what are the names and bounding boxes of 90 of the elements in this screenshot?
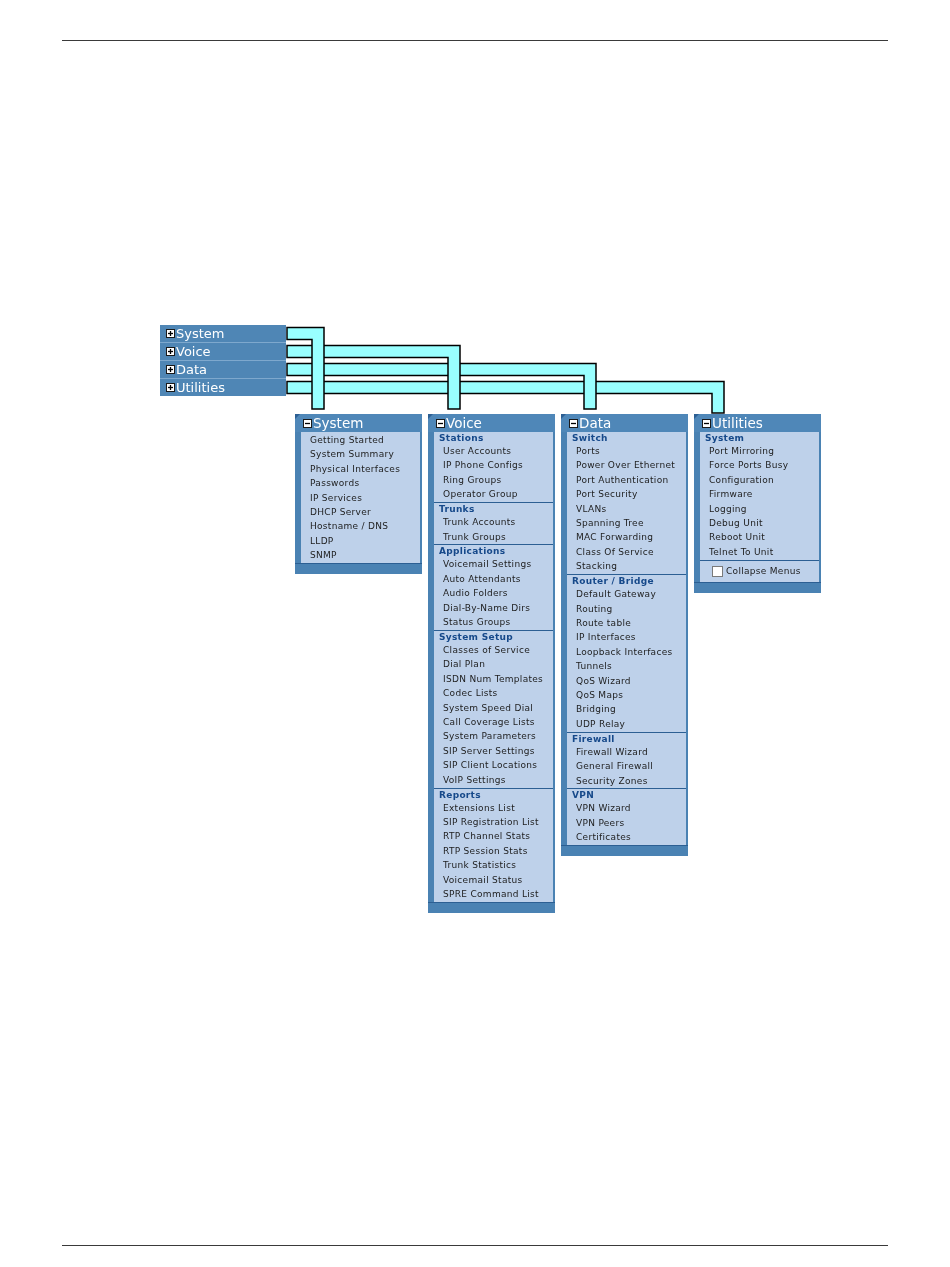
menu-link[interactable]: Operator Group bbox=[443, 487, 518, 502]
section-heading: System Setup bbox=[439, 630, 513, 643]
section-heading: Reports bbox=[439, 788, 481, 801]
menu-link[interactable]: Telnet To Unit bbox=[709, 544, 774, 560]
menu-link[interactable]: Default Gateway bbox=[576, 587, 656, 602]
section-heading: Applications bbox=[439, 545, 506, 558]
menu-link[interactable]: Port Mirroring bbox=[709, 444, 775, 459]
menu-link[interactable]: Debug Unit bbox=[709, 516, 763, 531]
checkbox[interactable] bbox=[712, 565, 723, 577]
menu-link[interactable]: VoIP Settings bbox=[443, 772, 506, 788]
menu-link[interactable]: Hostname / DNS bbox=[310, 519, 389, 534]
menu-link[interactable]: RTP Channel Stats bbox=[443, 829, 531, 844]
menu-link[interactable]: Ports bbox=[576, 444, 601, 459]
section-heading: Stations bbox=[439, 432, 484, 444]
menu-link[interactable]: User Accounts bbox=[443, 444, 512, 459]
menu-link[interactable]: Bridging bbox=[576, 702, 617, 717]
menu-link[interactable]: SIP Server Settings bbox=[443, 743, 535, 759]
menu-link[interactable]: Auto Attendants bbox=[443, 571, 521, 587]
menu-link[interactable]: Power Over Ethernet bbox=[576, 458, 676, 473]
menu-link[interactable]: System Summary bbox=[310, 447, 395, 462]
menu-link[interactable]: Passwords bbox=[310, 476, 360, 491]
menu-link[interactable]: IP Interfaces bbox=[576, 630, 636, 645]
menu-link[interactable]: Logging bbox=[709, 501, 747, 517]
menu-link[interactable]: Getting Started bbox=[310, 433, 385, 448]
menu-link[interactable]: Certificates bbox=[576, 830, 632, 845]
menu-item[interactable]: Data bbox=[160, 360, 286, 378]
menu-link[interactable]: System Parameters bbox=[443, 729, 537, 744]
menu-link[interactable]: Dial Plan bbox=[443, 657, 486, 672]
menu-link[interactable]: SIP Client Locations bbox=[443, 758, 538, 773]
menu-link[interactable]: Security Zones bbox=[576, 773, 648, 788]
section-heading: Router / Bridge bbox=[572, 575, 654, 588]
menu-link[interactable]: Trunk Accounts bbox=[443, 515, 516, 530]
checkbox-label[interactable]: Collapse Menus bbox=[726, 565, 801, 578]
menu-link[interactable]: Force Ports Busy bbox=[709, 458, 789, 473]
menu-link[interactable]: Classes of Service bbox=[443, 642, 530, 658]
section-heading: Trunks bbox=[439, 503, 475, 516]
panel-header[interactable]: System bbox=[295, 414, 422, 432]
menu-link[interactable]: SPRE Command List bbox=[443, 886, 539, 902]
menu-link[interactable]: QoS Maps bbox=[576, 688, 624, 703]
section-heading: Firewall bbox=[572, 732, 615, 745]
menu-link[interactable]: Stacking bbox=[576, 559, 618, 574]
menu-link[interactable]: LLDP bbox=[310, 533, 334, 549]
menu-link[interactable]: RTP Session Stats bbox=[443, 843, 528, 859]
menu-link[interactable]: Port Authentication bbox=[576, 472, 669, 488]
menu-link[interactable]: Tunnels bbox=[576, 659, 613, 674]
menu-link[interactable]: QoS Wizard bbox=[576, 673, 631, 688]
menu-link[interactable]: Trunk Groups bbox=[443, 529, 507, 544]
menu-link[interactable]: Firmware bbox=[709, 487, 753, 502]
menu-link[interactable]: Status Groups bbox=[443, 615, 511, 630]
menu-link[interactable]: Firewall Wizard bbox=[576, 744, 648, 760]
section-heading: System bbox=[705, 432, 745, 444]
menu-link[interactable]: Ring Groups bbox=[443, 472, 502, 488]
panel-header[interactable]: Data bbox=[561, 414, 688, 432]
menu-link[interactable]: Configuration bbox=[709, 472, 774, 488]
menu-link[interactable]: IP Services bbox=[310, 490, 363, 506]
menu-link[interactable]: Physical Interfaces bbox=[310, 461, 401, 477]
section-heading: Switch bbox=[572, 432, 608, 444]
menu-link[interactable]: VPN Wizard bbox=[576, 801, 631, 816]
menu-link[interactable]: Class Of Service bbox=[576, 544, 654, 560]
menu-link[interactable]: VPN Peers bbox=[576, 815, 625, 831]
panel-header[interactable]: Voice bbox=[428, 414, 555, 432]
menu-item[interactable]: Voice bbox=[160, 342, 286, 360]
menu-link[interactable]: Reboot Unit bbox=[709, 530, 766, 545]
menu-link[interactable]: Routing bbox=[576, 601, 613, 616]
menu-link[interactable]: IP Phone Configs bbox=[443, 458, 524, 473]
menu-item[interactable]: System bbox=[160, 325, 286, 342]
menu-link[interactable]: SIP Registration List bbox=[443, 814, 539, 830]
menu-link[interactable]: Dial-By-Name Dirs bbox=[443, 600, 531, 616]
menu-link[interactable]: UDP Relay bbox=[576, 716, 626, 732]
panel-header[interactable]: Utilities bbox=[694, 414, 821, 432]
menu-link[interactable]: MAC Forwarding bbox=[576, 530, 654, 545]
menu-link[interactable]: Call Coverage Lists bbox=[443, 715, 535, 730]
menu-link[interactable]: Spanning Tree bbox=[576, 516, 644, 531]
menu-link[interactable]: Extensions List bbox=[443, 800, 515, 815]
section-heading: VPN bbox=[572, 789, 594, 802]
menu-link[interactable]: Port Security bbox=[576, 487, 638, 502]
menu-link[interactable]: Trunk Statistics bbox=[443, 858, 517, 873]
menu-link[interactable]: General Firewall bbox=[576, 759, 654, 774]
menu-link[interactable]: DHCP Server bbox=[310, 505, 372, 520]
menu-link[interactable]: Loopback Interfaces bbox=[576, 644, 673, 660]
menu-link[interactable]: System Speed Dial bbox=[443, 700, 534, 715]
menu-link[interactable]: Voicemail Settings bbox=[443, 557, 532, 572]
menu-link[interactable]: SNMP bbox=[310, 548, 337, 563]
menu-link[interactable]: Voicemail Status bbox=[443, 872, 523, 887]
menu-link[interactable]: Audio Folders bbox=[443, 586, 508, 601]
menu-link[interactable]: ISDN Num Templates bbox=[443, 671, 544, 687]
menu-link[interactable]: Codec Lists bbox=[443, 686, 498, 701]
menu-link[interactable]: VLANs bbox=[576, 501, 607, 517]
menu-item[interactable]: Utilities bbox=[160, 378, 286, 396]
menu-link[interactable]: Route table bbox=[576, 615, 632, 631]
